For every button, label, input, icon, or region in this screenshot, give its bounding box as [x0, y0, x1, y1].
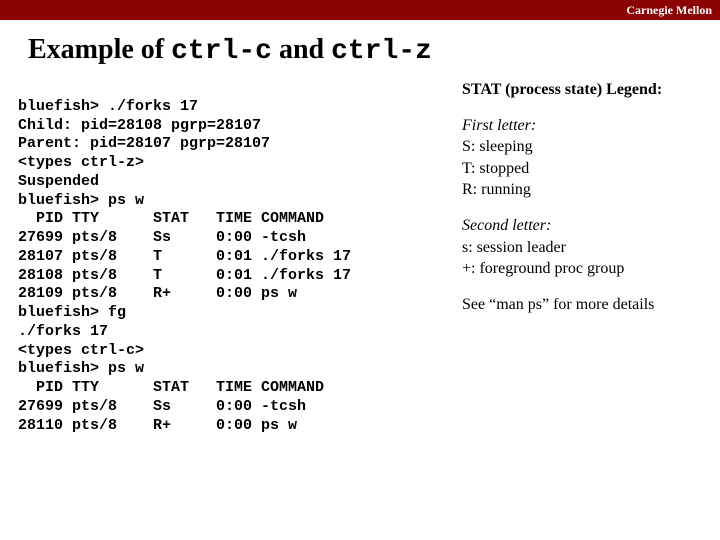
content-row: bluefish> ./forks 17 Child: pid=28108 pg… [0, 79, 720, 454]
legend-letter-plus: +: foreground proc group [462, 258, 702, 280]
legend-letter-S: S: sleeping [462, 136, 702, 158]
title-code-1: ctrl-c [171, 36, 272, 67]
term-line: 27699 pts/8 Ss 0:00 -tcsh [18, 229, 306, 246]
legend-panel: STAT (process state) Legend: First lette… [448, 79, 702, 454]
term-line: PID TTY STAT TIME COMMAND [18, 379, 324, 396]
legend-letter-ss: s: session leader [462, 237, 702, 259]
term-line: 28110 pts/8 R+ 0:00 ps w [18, 417, 297, 434]
terminal-output: bluefish> ./forks 17 Child: pid=28108 pg… [18, 79, 448, 454]
title-text-2: and [272, 34, 331, 65]
legend-first-letter: First letter: S: sleeping T: stopped R: … [462, 115, 702, 201]
term-line: Suspended [18, 173, 99, 190]
term-line: 28107 pts/8 T 0:01 ./forks 17 [18, 248, 351, 265]
term-line: bluefish> ./forks 17 [18, 98, 198, 115]
top-bar: Carnegie Mellon [0, 0, 720, 20]
term-line: PID TTY STAT TIME COMMAND [18, 210, 324, 227]
term-line: bluefish> ps w [18, 192, 144, 209]
legend-second-label: Second letter: [462, 215, 702, 237]
legend-first-label: First letter: [462, 115, 702, 137]
legend-note: See “man ps” for more details [462, 294, 702, 316]
legend-letter-T: T: stopped [462, 158, 702, 180]
title-text-1: Example of [28, 34, 171, 65]
term-line: bluefish> fg [18, 304, 126, 321]
term-line: 27699 pts/8 Ss 0:00 -tcsh [18, 398, 306, 415]
term-line: Child: pid=28108 pgrp=28107 [18, 117, 261, 134]
title-code-2: ctrl-z [331, 36, 432, 67]
legend-second-letter: Second letter: s: session leader +: fore… [462, 215, 702, 280]
term-line: <types ctrl-z> [18, 154, 144, 171]
top-bar-label: Carnegie Mellon [626, 3, 712, 17]
term-line: <types ctrl-c> [18, 342, 144, 359]
term-line: ./forks 17 [18, 323, 108, 340]
term-line: Parent: pid=28107 pgrp=28107 [18, 135, 270, 152]
term-line: 28109 pts/8 R+ 0:00 ps w [18, 285, 297, 302]
legend-letter-R: R: running [462, 179, 702, 201]
legend-heading: STAT (process state) Legend: [462, 79, 702, 101]
slide-title: Example of ctrl-c and ctrl-z [28, 34, 720, 67]
term-line: 28108 pts/8 T 0:01 ./forks 17 [18, 267, 351, 284]
term-line: bluefish> ps w [18, 360, 144, 377]
